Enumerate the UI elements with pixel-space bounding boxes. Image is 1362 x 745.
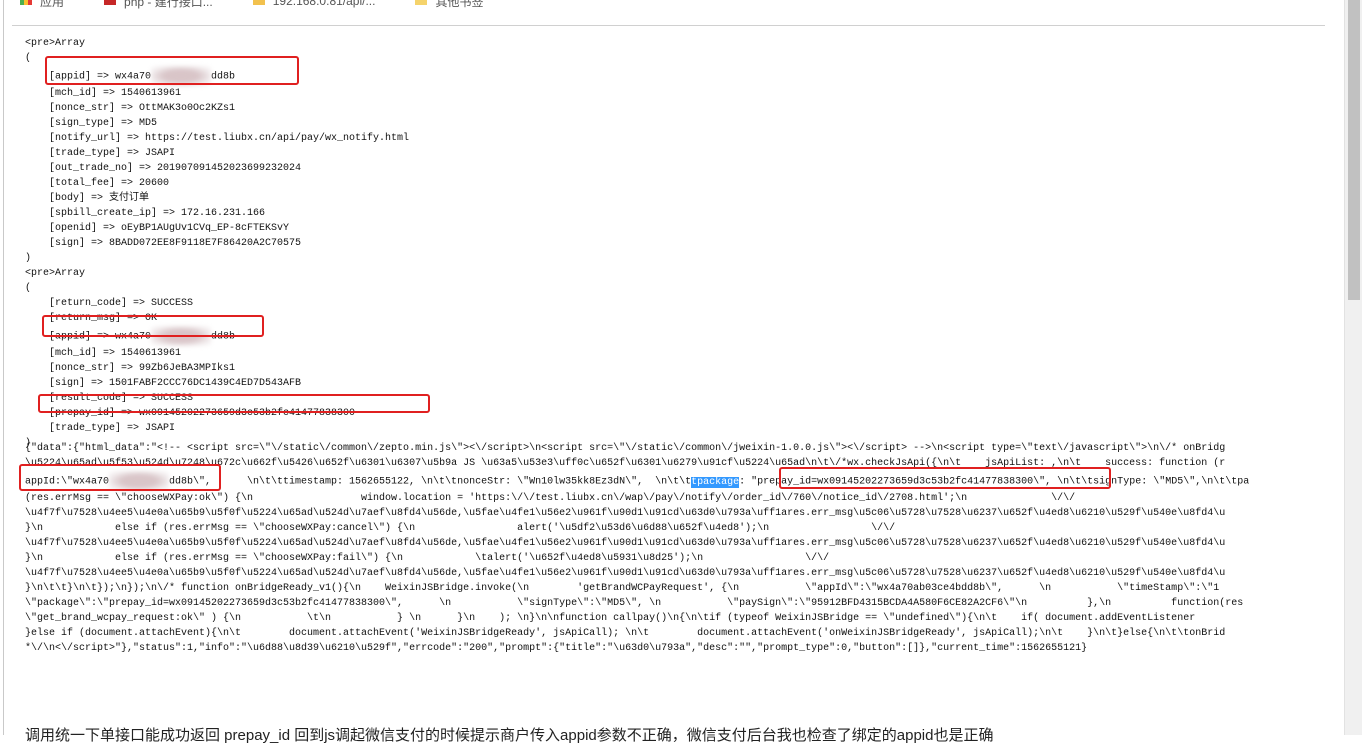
bookmark-label: 192.168.0.81/api/...	[272, 0, 376, 8]
array-line: [nonce_str] => 99Zb6JeBA3MPIks1	[25, 363, 236, 374]
array-line: [out_trade_no] => 2019070914520236992320…	[25, 163, 302, 174]
bookmark-other[interactable]: 其他书签	[415, 0, 484, 9]
json-line: }\n else if (res.errMsg == \"chooseWXPay…	[25, 523, 896, 534]
bookmark-local-api[interactable]: 192.168.0.81/api/...	[252, 0, 376, 8]
json-line: \"get_brand_wcpay_request:ok\" ) {\n \t\…	[25, 613, 1196, 624]
array-line: [mch_id] => 1540613961	[25, 88, 182, 99]
redaction-blur: xxxxxxxx	[151, 66, 212, 86]
bookmark-favicon-icon	[104, 0, 117, 5]
paren: )	[25, 253, 32, 264]
apps-icon	[20, 0, 32, 5]
json-line: }\n\t\t}\n\t});\n});\n\/* function onBri…	[25, 583, 1220, 594]
paren: (	[25, 283, 32, 294]
redaction-blur: xxxxxxxx	[109, 471, 170, 491]
array-line: [return_msg] => OK	[25, 313, 158, 324]
array-line: [notify_url] => https://test.liubx.cn/ap…	[25, 133, 410, 144]
paren: (	[25, 53, 32, 64]
bookmark-label: 应用	[40, 0, 65, 9]
array-line: [result_code] => SUCCESS	[25, 393, 194, 404]
selected-text[interactable]: tpackage	[691, 476, 740, 488]
array-line: [sign_type] => MD5	[25, 118, 158, 129]
json-line: \"package\":\"prepay_id=wx09145202273659…	[25, 598, 1244, 609]
folder-icon	[415, 0, 428, 5]
array-line: [trade_type] => JSAPI	[25, 148, 176, 159]
array-line: [trade_type] => JSAPI	[25, 423, 176, 434]
json-line: : "prepay_id=wx09145202273659d3c53b2fc41…	[739, 476, 1250, 488]
array-line: [nonce_str] => OttMAK3o0Oc2KZs1	[25, 103, 236, 114]
json-line: appId:\"wx4a70	[25, 476, 110, 488]
appid-line: [appid] => wx4a70	[25, 331, 152, 343]
json-response-output: {"data":{"html_data":"<!-- <script src=\…	[25, 441, 1325, 656]
array-line: [total_fee] => 20600	[25, 178, 170, 189]
appid-suffix: dd8b	[211, 71, 236, 83]
appid-suffix: dd8b	[211, 331, 236, 343]
bookmark-label: php - 建行接口...	[124, 0, 213, 9]
array-line: [body] => 支付订单	[25, 193, 150, 204]
json-line: \u5224\u65ad\u5f53\u524d\u7248\u672c\u66…	[25, 458, 1226, 469]
scrollbar-thumb[interactable]	[1348, 0, 1360, 300]
json-line: *\/\n<\/script>"},"status":1,"info":"\u6…	[25, 643, 1088, 654]
window-left-edge	[3, 0, 4, 735]
array-line: [sign] => 8BADD072EE8F9118E7F86420A2C705…	[25, 238, 302, 249]
array-line: [prepay_id] => wx09145202273659d3c53b2fc…	[25, 408, 356, 419]
php-array-output: <pre>Array ( [appid] => wx4a70xxxxxxxxdd…	[25, 36, 409, 451]
bookmark-favicon-icon	[252, 0, 265, 5]
appid-line: [appid] => wx4a70	[25, 71, 152, 83]
divider	[12, 25, 1325, 26]
array-line: [sign] => 1501FABF2CCC76DC1439C4ED7D543A…	[25, 378, 302, 389]
json-line: }\n else if (res.errMsg == \"chooseWXPay…	[25, 553, 830, 564]
array-header: <pre>Array	[25, 268, 86, 279]
json-line: dd8b\", \n\t\ttimestamp: 1562655122, \n\…	[169, 476, 692, 488]
array-line: [mch_id] => 1540613961	[25, 348, 182, 359]
bookmarks-bar: 应用 php - 建行接口... 192.168.0.81/api/... 其他…	[20, 0, 484, 9]
json-line: \u4f7f\u7528\u4ee5\u4e0a\u65b9\u5f0f\u52…	[25, 508, 1226, 519]
array-line: [return_code] => SUCCESS	[25, 298, 194, 309]
array-header: <pre>Array	[25, 38, 86, 49]
redaction-blur: xxxxxxxx	[151, 326, 212, 346]
json-line: {"data":{"html_data":"<!-- <script src=\…	[25, 443, 1226, 454]
json-line: (res.errMsg == \"chooseWXPay:ok\") {\n w…	[25, 493, 1076, 504]
bookmark-php[interactable]: php - 建行接口...	[104, 0, 213, 9]
vertical-scrollbar[interactable]	[1344, 0, 1362, 735]
bookmark-apps[interactable]: 应用	[20, 0, 65, 9]
json-line: \u4f7f\u7528\u4ee5\u4e0a\u65b9\u5f0f\u52…	[25, 538, 1226, 549]
array-line: [openid] => oEyBP1AUgUv1CVq_EP-8cFTEKSvY	[25, 223, 290, 234]
bookmark-label: 其他书签	[435, 0, 484, 9]
json-line: }else if (document.attachEvent){\n\t doc…	[25, 628, 1226, 639]
json-line: \u4f7f\u7528\u4ee5\u4e0a\u65b9\u5f0f\u52…	[25, 568, 1226, 579]
array-line: [spbill_create_ip] => 172.16.231.166	[25, 208, 266, 219]
